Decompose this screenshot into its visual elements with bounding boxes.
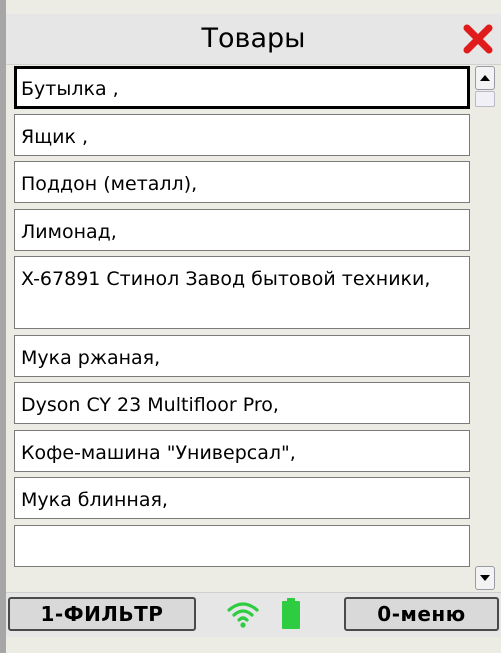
- list-item[interactable]: Поддон (металл),: [14, 161, 470, 203]
- item-label: Мука блинная,: [21, 489, 168, 511]
- product-list: Бутылка , Ящик , Поддон (металл), Лимона…: [14, 66, 472, 586]
- item-label: Мука ржаная,: [21, 347, 161, 369]
- scroll-thumb[interactable]: [475, 91, 495, 107]
- list-item[interactable]: Мука ржаная,: [14, 335, 470, 377]
- list-item[interactable]: Лимонад,: [14, 209, 470, 251]
- window-left-edge: [0, 0, 6, 653]
- bottom-bar: 1-ФИЛЬТР 0-меню: [6, 592, 501, 637]
- item-label: Поддон (металл),: [21, 173, 198, 195]
- arrow-up-icon: [480, 75, 490, 81]
- item-label: Бутылка ,: [21, 78, 119, 100]
- list-item[interactable]: Кофе-машина "Универсал",: [14, 430, 470, 472]
- wifi-icon: [227, 602, 259, 628]
- item-label: Лимонад,: [21, 221, 117, 243]
- title-bar: Товары: [6, 14, 501, 65]
- filter-button[interactable]: 1-ФИЛЬТР: [8, 597, 196, 631]
- list-scrollbar[interactable]: [474, 66, 495, 591]
- list-item[interactable]: Мука блинная,: [14, 477, 470, 519]
- list-item[interactable]: Ящик ,: [14, 114, 470, 156]
- close-icon: [463, 24, 493, 54]
- arrow-down-icon: [480, 575, 490, 581]
- menu-button[interactable]: 0-меню: [344, 597, 499, 631]
- close-button[interactable]: [461, 22, 495, 56]
- list-item[interactable]: Dyson CY 23 Multifloor Pro,: [14, 382, 470, 424]
- window-title: Товары: [201, 23, 306, 54]
- list-item[interactable]: [14, 525, 470, 567]
- list-item[interactable]: X-67891 Стинол Завод бытовой техники,: [14, 256, 470, 329]
- item-label: X-67891 Стинол Завод бытовой техники,: [21, 268, 431, 290]
- app-window: Товары Бутылка , Ящик , Поддон (металл),…: [0, 0, 501, 653]
- list-item[interactable]: Бутылка ,: [14, 66, 470, 109]
- battery-icon: [282, 598, 300, 629]
- item-label: Dyson CY 23 Multifloor Pro,: [21, 394, 279, 416]
- item-label: Ящик ,: [21, 126, 89, 148]
- item-label: Кофе-машина "Универсал",: [21, 442, 296, 464]
- scroll-up-button[interactable]: [475, 66, 495, 90]
- scroll-down-button[interactable]: [475, 566, 495, 590]
